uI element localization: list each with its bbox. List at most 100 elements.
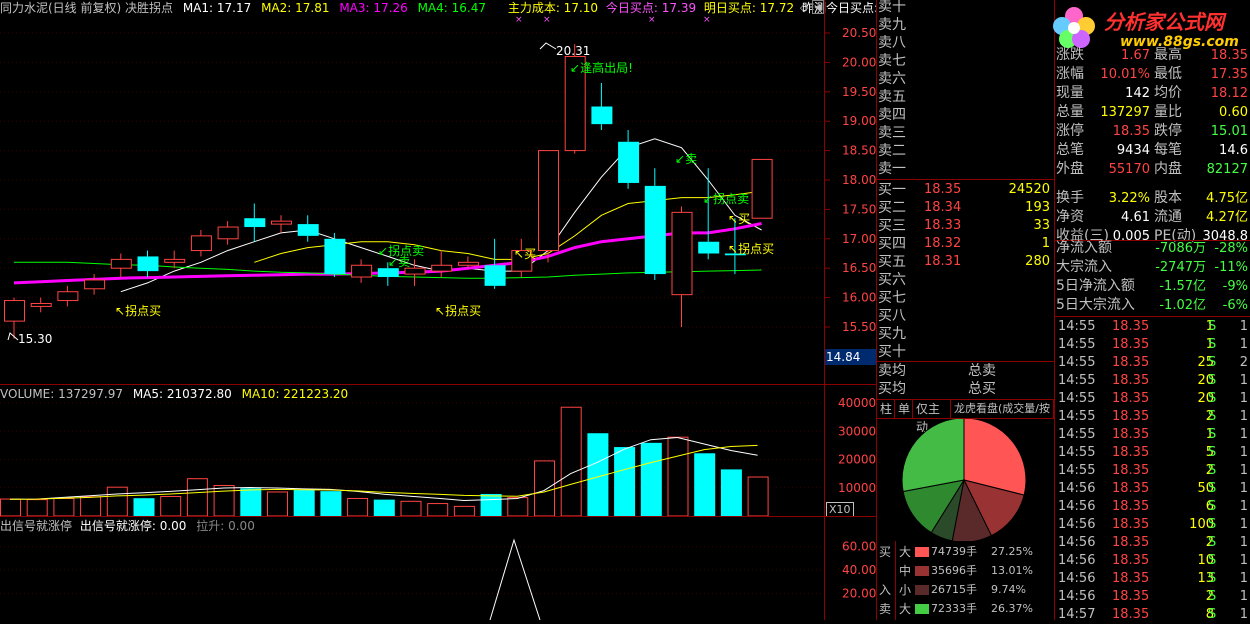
bid-volume: 33: [1033, 218, 1050, 233]
tick-side: S: [1208, 463, 1217, 478]
volume-bar-down: [320, 491, 342, 516]
tick-row: 14:55 18.35 20 S 1: [1056, 390, 1250, 408]
candle-body-down: [297, 224, 319, 236]
indicator-lift: 拉升: 0.00: [196, 519, 255, 533]
quote-value: 0.60: [1219, 105, 1248, 120]
candle-body-up: [190, 235, 212, 252]
bid-volume: 193: [1025, 200, 1050, 215]
tick-side: S: [1208, 391, 1217, 406]
price-axis-label: 20.50: [842, 26, 876, 40]
quote-row: 净资 4.61 流通 4.27亿: [1056, 208, 1250, 227]
ask-label: 卖三: [878, 125, 906, 141]
ask-row: 卖五: [878, 88, 1054, 106]
prev-page-icon[interactable]: ◀: [812, 0, 824, 14]
flow-size-label: 小: [899, 583, 912, 597]
tick-count: 1: [1239, 427, 1248, 442]
money-flow-row: 净流入额 -7086万 -28%: [1056, 239, 1250, 258]
money-flow-row: 5日净流入额 -1.57亿 -9%: [1056, 277, 1250, 296]
ma4-value: MA4: 16.47: [417, 1, 486, 15]
bid-row: 买一 18.35 24520: [878, 181, 1054, 199]
flow-legend-row: 中 35696手 13.01%: [877, 562, 1054, 580]
quote-value: 10.01%: [1100, 67, 1150, 82]
tick-count: 1: [1239, 373, 1248, 388]
quote-label: 总量: [1056, 104, 1084, 120]
tick-time: 14:55: [1058, 391, 1096, 406]
bid-price: 18.35: [924, 182, 962, 197]
quote-value: 55170: [1108, 162, 1150, 177]
tick-price: 18.35: [1112, 373, 1150, 388]
tick-time: 14:55: [1058, 373, 1096, 388]
tick-time: 14:55: [1058, 427, 1096, 442]
tab-bar-chart[interactable]: 柱: [877, 400, 895, 418]
tick-row: 14:55 18.35 2 S 1: [1056, 462, 1250, 480]
turn-sell-signal-1: ↙拐点卖: [703, 192, 750, 206]
tick-side: S: [1208, 571, 1217, 586]
quote-label: 现量: [1056, 85, 1084, 101]
tick-row: 14:56 18.35 10 S 1: [1056, 552, 1250, 570]
tick-side: S: [1208, 319, 1217, 334]
tick-row: 14:55 18.35 1 S 1: [1056, 318, 1250, 336]
bid-row: 买四 18.32 1: [878, 235, 1054, 253]
volume-ma10: MA10: 221223.20: [241, 387, 349, 401]
flow-side-label: 入: [879, 583, 892, 597]
high-marker: [539, 42, 557, 50]
sell-large-slice: [901, 419, 965, 493]
bid-row: 买二 18.34 193: [878, 199, 1054, 217]
tick-count: 1: [1239, 337, 1248, 352]
volume-bar-up: [186, 478, 208, 517]
candle-body-up: [751, 158, 773, 219]
ask-row: 卖一: [878, 160, 1054, 178]
money-flow-amount: -7086万: [1155, 241, 1206, 256]
bid-label: 买五: [878, 254, 906, 270]
price-axis-label: 17.50: [842, 202, 876, 216]
signal-x-mark: ×: [515, 15, 523, 25]
tick-price: 18.35: [1112, 535, 1150, 550]
ask-row: 卖八: [878, 34, 1054, 52]
quote-row: 涨停 18.35 跌停 15.01: [1056, 122, 1250, 141]
turn-buy-1-text: 拐点买: [738, 242, 775, 256]
money-flow-row: 5日大宗流入 -1.02亿 -6%: [1056, 296, 1250, 315]
diamond-icon[interactable]: ◇: [800, 1, 808, 14]
tick-count: 2: [1239, 355, 1248, 370]
tick-count: 1: [1239, 535, 1248, 550]
candle-body-up: [110, 258, 132, 269]
quote-label: 净资: [1056, 209, 1084, 225]
volume-header: VOLUME: 137297.97 MA5: 210372.80 MA10: 2…: [0, 386, 348, 402]
tab-dragon-tiger[interactable]: 龙虎看盘(成交量/按: [951, 400, 1054, 418]
ma1-value: MA1: 17.17: [182, 1, 252, 15]
price-axis-label: 19.00: [842, 114, 876, 128]
turn-buy-3-text: 拐点买: [445, 304, 482, 318]
volume-bar-up: [53, 497, 75, 517]
tick-row: 14:55 18.35 1 S 1: [1056, 336, 1250, 354]
candle-body-up: [164, 258, 186, 263]
tick-count: 1: [1239, 409, 1248, 424]
flow-legend-row: 入小 26715手 9.74%: [877, 581, 1054, 599]
flower-logo-icon: [1053, 7, 1095, 48]
tab-active-only[interactable]: 仅主动: [913, 400, 951, 434]
turn-sell-1-text: 拐点卖: [713, 192, 750, 206]
tick-row: 14:56 18.35 50 S 1: [1056, 480, 1250, 498]
ask-label: 卖七: [878, 53, 906, 69]
tick-row: 14:56 18.35 13 S 1: [1056, 570, 1250, 588]
price-axis-label: 18.00: [842, 173, 876, 187]
stock-title: 同力水泥(日线 前复权) 决胜拐点: [0, 1, 173, 15]
volume-axis-label: 30000: [838, 424, 876, 438]
quote-row: 涨跌 1.67 最高 18.35: [1056, 46, 1250, 65]
tick-side: S: [1208, 355, 1217, 370]
bid-volume: 1: [1041, 236, 1050, 251]
quote-label: 跌停: [1154, 123, 1182, 139]
sell-signal-1: ↙卖: [675, 152, 698, 166]
turn-buy-signal-1: ↖拐点买: [728, 242, 775, 256]
tick-price: 18.35: [1112, 391, 1150, 406]
bid-row: 买七: [878, 289, 1054, 307]
quote-value: 1.67: [1121, 48, 1150, 63]
quote-label: 股本: [1154, 190, 1182, 206]
tick-row: 14:55 18.35 1 S 1: [1056, 426, 1250, 444]
flow-color-swatch: [915, 547, 929, 557]
quote-value: 4.61: [1121, 210, 1150, 225]
logo-title: 分析家公式网: [1104, 10, 1224, 34]
quote-value: 18.12: [1210, 86, 1248, 101]
tab-single[interactable]: 单: [895, 400, 913, 418]
candle-body-up: [217, 226, 239, 240]
candle-body-down: [244, 218, 266, 228]
